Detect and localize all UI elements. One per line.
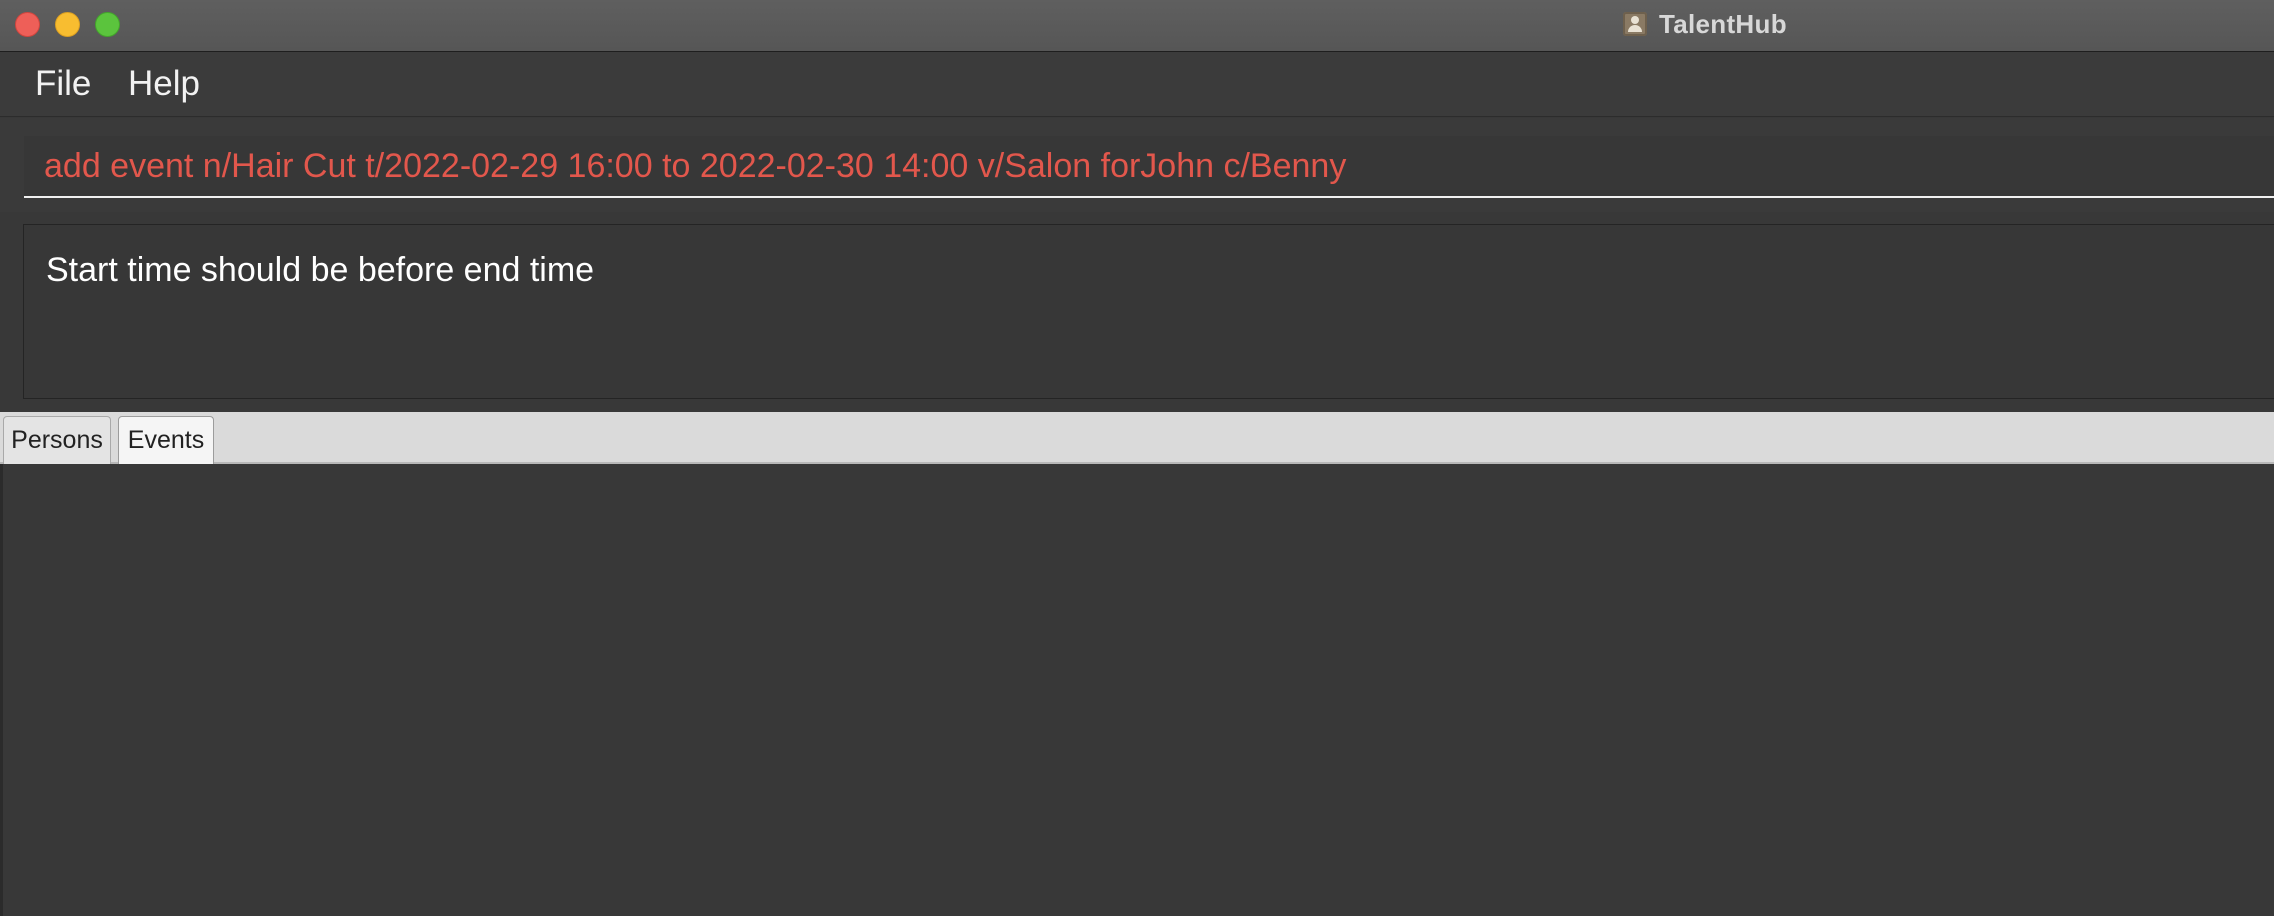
maximize-window-button[interactable] — [95, 12, 120, 37]
menu-help[interactable]: Help — [122, 62, 206, 106]
tab-bar: Persons Events — [0, 412, 2274, 464]
result-message: Start time should be before end time — [46, 251, 595, 289]
window-title: TalentHub — [1659, 8, 1787, 39]
events-list-panel[interactable] — [0, 464, 2274, 916]
title-bar[interactable]: TalentHub — [0, 0, 2274, 52]
command-input[interactable] — [24, 136, 2274, 198]
result-display-container: Start time should be before end time — [0, 212, 2274, 412]
menu-file[interactable]: File — [29, 62, 97, 106]
close-window-button[interactable] — [15, 12, 40, 37]
tab-persons[interactable]: Persons — [3, 416, 111, 464]
window-title-group: TalentHub — [1623, 9, 1787, 39]
result-display[interactable]: Start time should be before end time — [23, 224, 2274, 399]
person-portrait-icon — [1623, 12, 1647, 36]
minimize-window-button[interactable] — [55, 12, 80, 37]
command-box-container — [0, 118, 2274, 212]
tab-events[interactable]: Events — [118, 416, 214, 464]
menu-bar: File Help — [0, 52, 2274, 117]
app-window: TalentHub File Help Start time should be… — [0, 0, 2274, 916]
